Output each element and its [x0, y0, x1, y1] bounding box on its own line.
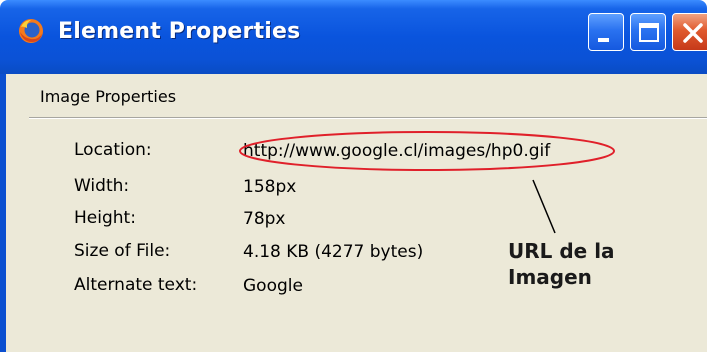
annotation-overlay	[239, 131, 615, 234]
element-properties-window: Element Properties Image Properties Loca…	[0, 0, 707, 352]
annotation-pointer-line	[532, 179, 556, 234]
url-highlight-ellipse	[239, 131, 615, 171]
